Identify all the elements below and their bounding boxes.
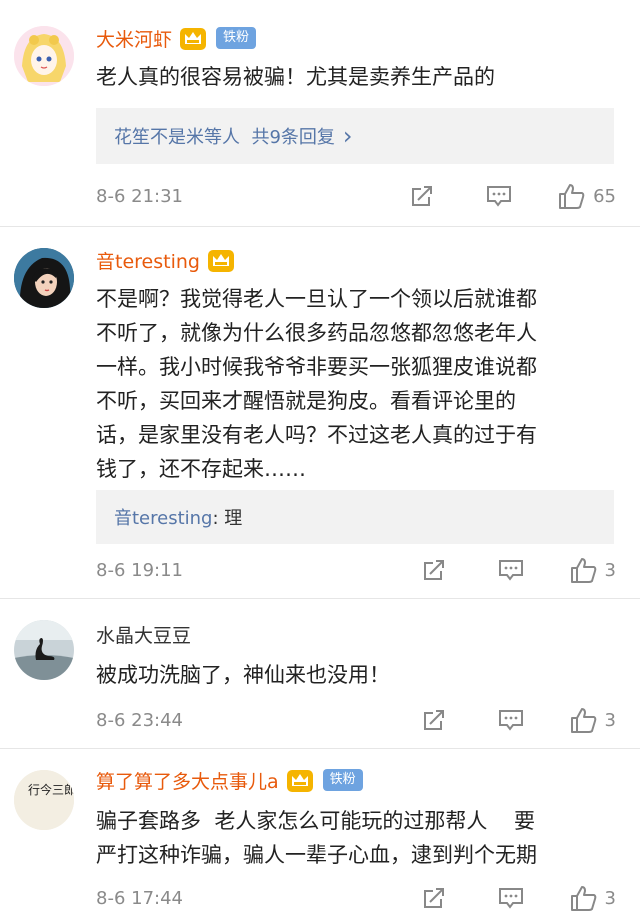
avatar[interactable]	[14, 248, 74, 308]
like-button[interactable]: 3	[569, 884, 616, 912]
timestamp: 8-6 17:44	[96, 887, 183, 909]
comment-line: 老人真的很容易被骗！尤其是卖养生产品的	[96, 65, 495, 89]
crown-icon	[178, 23, 208, 53]
chevron-right-icon: ›	[342, 122, 353, 150]
comment-line: 不听了，就像为什么很多药品忽悠都忽悠老年人	[96, 321, 537, 345]
comment-line: 不听，买回来才醒悟就是狗皮。看看评论里的	[96, 389, 516, 413]
comment-line: 一样。我小时候我爷爷非要买一张狐狸皮谁说都	[96, 355, 537, 379]
comment-item: 行今三郎 算了算了多大点事儿a 铁粉 骗子套路多 老人家怎么可能玩的过那帮人 要…	[0, 748, 640, 923]
like-count: 65	[593, 185, 616, 207]
share-icon[interactable]	[421, 885, 447, 911]
comment-footer: 8-6 23:44 3	[96, 704, 616, 736]
username[interactable]: 算了算了多大点事儿a	[96, 767, 279, 794]
share-icon[interactable]	[421, 557, 447, 583]
comment-footer: 8-6 19:11 3	[96, 554, 616, 586]
timestamp: 8-6 21:31	[96, 185, 183, 207]
like-button[interactable]: 65	[557, 182, 616, 210]
user-row: 算了算了多大点事儿a 铁粉	[96, 764, 363, 796]
comment-line: 话，是家里没有老人吗？不过这老人真的过于有	[96, 423, 537, 447]
reply-preview[interactable]: 音teresting : 理	[96, 490, 614, 544]
avatar[interactable]: 行今三郎	[14, 770, 74, 830]
comment-line: 被成功洗脑了，神仙来也没用！	[96, 663, 390, 687]
comment-icon[interactable]	[485, 183, 513, 209]
username[interactable]: 大米河虾	[96, 25, 172, 52]
comment-icon[interactable]	[497, 707, 525, 733]
share-icon[interactable]	[409, 183, 435, 209]
timestamp: 8-6 19:11	[96, 559, 183, 581]
like-count: 3	[604, 709, 616, 731]
thumbs-up-icon	[570, 886, 596, 911]
like-count: 3	[604, 559, 616, 581]
username[interactable]: 水晶大豆豆	[96, 621, 191, 648]
comment-line: 不是啊？我觉得老人一旦认了一个领以后就谁都	[96, 287, 537, 311]
avatar[interactable]	[14, 26, 74, 86]
like-button[interactable]: 3	[569, 556, 616, 584]
reply-user[interactable]: 音teresting	[114, 504, 212, 530]
avatar[interactable]	[14, 620, 74, 680]
crown-icon	[285, 765, 315, 795]
thumbs-up-icon	[570, 558, 596, 583]
reply-text: : 理	[212, 508, 243, 529]
reply-count: 等人 共9条回复	[204, 127, 335, 148]
crown-icon	[206, 245, 236, 275]
comment-line: 骗子套路多 老人家怎么可能玩的过那帮人 要	[96, 809, 536, 833]
comment-line: 严打这种诈骗，骗人一辈子心血，逮到判个无期	[96, 843, 537, 867]
comment-footer: 8-6 21:31 65	[96, 180, 616, 212]
username[interactable]: 音teresting	[96, 247, 200, 274]
timestamp: 8-6 23:44	[96, 709, 183, 731]
comment-icon[interactable]	[497, 557, 525, 583]
like-button[interactable]: 3	[569, 706, 616, 734]
thumbs-up-icon	[559, 184, 585, 209]
user-row: 音teresting	[96, 244, 236, 276]
fan-badge: 铁粉	[216, 27, 257, 49]
comment-text: 被成功洗脑了，神仙来也没用！	[96, 658, 616, 692]
user-row: 水晶大豆豆	[96, 618, 191, 650]
comment-line: 钱了，还不存起来……	[96, 457, 306, 481]
comment-text: 老人真的很容易被骗！尤其是卖养生产品的	[96, 60, 616, 94]
share-icon[interactable]	[421, 707, 447, 733]
comment-footer: 8-6 17:44 3	[96, 882, 616, 914]
reply-preview[interactable]: 花笙不是米 等人 共9条回复 ›	[96, 108, 614, 164]
comment-item: 水晶大豆豆 被成功洗脑了，神仙来也没用！ 8-6 23:44 3	[0, 598, 640, 749]
avatar-text: 行今三郎	[28, 782, 74, 797]
comment-text: 骗子套路多 老人家怎么可能玩的过那帮人 要 严打这种诈骗，骗人一辈子心血，逮到判…	[96, 804, 616, 872]
comment-text: 不是啊？我觉得老人一旦认了一个领以后就谁都 不听了，就像为什么很多药品忽悠都忽悠…	[96, 282, 616, 486]
user-row: 大米河虾 铁粉	[96, 22, 257, 54]
comment-item: 大米河虾 铁粉 老人真的很容易被骗！尤其是卖养生产品的 花笙不是米 等人 共9条…	[0, 0, 640, 227]
fan-badge: 铁粉	[322, 769, 363, 791]
like-count: 3	[604, 887, 616, 909]
thumbs-up-icon	[570, 708, 596, 733]
reply-user[interactable]: 花笙不是米	[114, 123, 204, 149]
comment-icon[interactable]	[497, 885, 525, 911]
comment-item: 音teresting 不是啊？我觉得老人一旦认了一个领以后就谁都 不听了，就像为…	[0, 226, 640, 599]
